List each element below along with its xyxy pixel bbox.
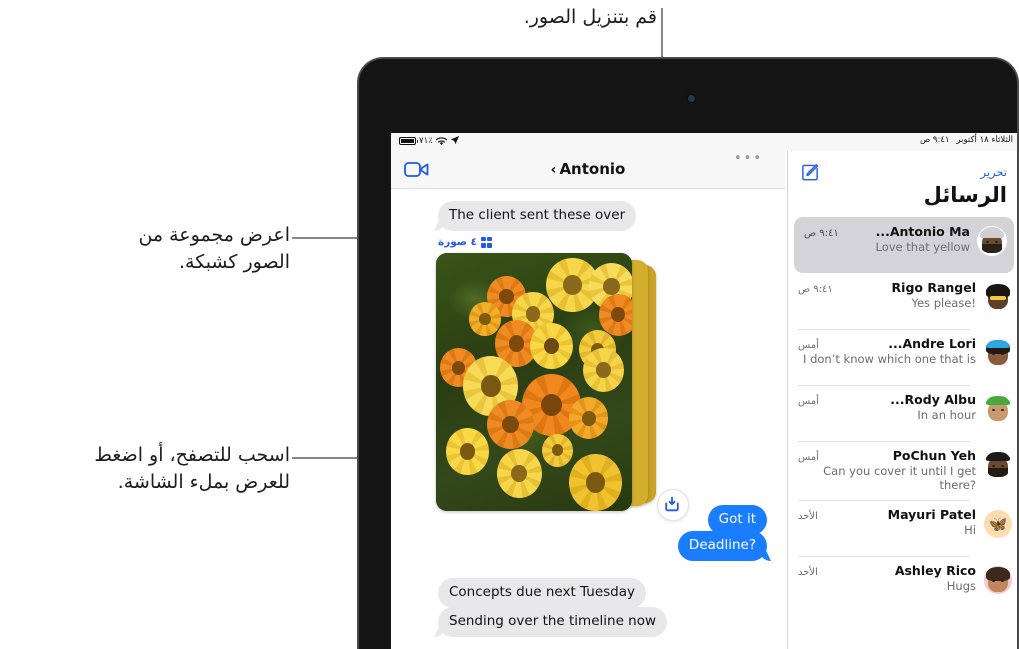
list-item-time: أمس [798, 340, 819, 351]
list-item-time: أمس [798, 396, 819, 407]
status-time-label: ٩:٤١ ص [919, 135, 950, 145]
list-item-body: Ashley Rico الأحد Hugs [798, 563, 976, 593]
conversation-pane: ‹ Antonio ••• The client sent these over … [391, 151, 785, 649]
avatar [984, 451, 1012, 479]
photo-count-label: ٤ صورة [438, 236, 478, 248]
avatar [978, 227, 1006, 255]
list-item-body: Andre Lori... أمس I don’t know which one… [798, 336, 976, 366]
list-item-preview: I don’t know which one that is [803, 352, 976, 366]
battery-percent-label: ٧١٪ [419, 136, 433, 146]
photo-card-front[interactable] [436, 253, 632, 511]
avatar [984, 566, 1012, 594]
messages-list-pane: تحرير الرسائل Antonio Ma... ٩:٤١ ص Love … [787, 151, 1017, 649]
back-chevron-icon[interactable]: ‹ [551, 162, 557, 178]
list-item-body: Mayuri Patel الأحد Hi [798, 507, 976, 537]
list-item-body: Rigo Rangel ٩:٤١ ص Yes please! [798, 280, 976, 310]
list-item[interactable]: Antonio Ma... ٩:٤١ ص Love that yellow [794, 217, 1014, 273]
list-item-time: الأحد [798, 567, 818, 578]
list-item-preview: Can you cover it until I get there? [823, 464, 976, 492]
conversation-title-group[interactable]: ‹ Antonio [391, 160, 785, 178]
location-arrow-icon [450, 135, 460, 147]
list-item-name: Rody Albu... [890, 392, 976, 407]
avatar [984, 395, 1012, 423]
avatar [984, 339, 1012, 367]
avatar: 🦋 [984, 510, 1012, 538]
status-bar-left: ٧١٪ [399, 135, 460, 147]
list-item-time: أمس [798, 452, 819, 463]
list-item-name: Andre Lori... [888, 336, 976, 351]
tablet-screen: ٧١٪ الثلاثاء ١٨ أكتوبر ٩:٤١ ص ‹ Antonio … [391, 133, 1017, 649]
messages-list-title: الرسائل [923, 183, 1007, 207]
conversation-title: Antonio [559, 160, 626, 178]
callout-download-photos: قم بتنزيل الصور. [523, 6, 657, 28]
compose-icon[interactable] [801, 163, 820, 182]
tablet-device-frame: ٧١٪ الثلاثاء ١٨ أكتوبر ٩:٤١ ص ‹ Antonio … [357, 57, 1019, 649]
status-bar-right: الثلاثاء ١٨ أكتوبر ٩:٤١ ص [920, 135, 1013, 145]
battery-icon [399, 137, 418, 145]
list-item-time: الأحد [798, 511, 818, 522]
list-item-time: ٩:٤١ ص [804, 228, 839, 239]
status-date-label: الثلاثاء ١٨ أكتوبر [956, 135, 1013, 145]
callout-view-grid: اعرض مجموعة من الصور كشبكة. [138, 224, 290, 273]
message-bubble-incoming[interactable]: Concepts due next Tuesday [438, 578, 647, 608]
avatar [984, 283, 1012, 311]
photo-stack-carousel[interactable] [436, 253, 668, 516]
callout-swipe-browse: اسحب للتصفح، أو اضغط للعرض بملء الشاشة. [94, 444, 290, 493]
grid-2x2-icon [481, 236, 493, 248]
list-item[interactable]: Rody Albu... أمس In an hour [788, 385, 1017, 441]
wifi-icon [435, 136, 448, 146]
list-item[interactable]: PoChun Yeh أمس Can you cover it until I … [788, 441, 1017, 500]
list-item[interactable]: Rigo Rangel ٩:٤١ ص Yes please! [788, 273, 1017, 329]
list-item[interactable]: 🦋 Mayuri Patel الأحد Hi [788, 500, 1017, 556]
butterfly-icon: 🦋 [988, 514, 1008, 533]
status-bar: ٧١٪ الثلاثاء ١٨ أكتوبر ٩:٤١ ص [391, 133, 1017, 151]
screenshot-stage: قم بتنزيل الصور. اعرض مجموعة من الصور كش… [0, 0, 1019, 649]
edit-link[interactable]: تحرير [980, 165, 1007, 179]
list-item-name: Rigo Rangel [891, 280, 976, 295]
flower-photo-image [436, 253, 632, 511]
list-item-body: PoChun Yeh أمس Can you cover it until I … [798, 448, 976, 492]
photo-grid-label-group[interactable]: ٤ صورة [438, 236, 493, 248]
conversation-header: ‹ Antonio [391, 151, 785, 189]
list-item-name: Antonio Ma... [875, 224, 970, 239]
download-button[interactable] [657, 489, 689, 521]
list-item-time: ٩:٤١ ص [798, 284, 833, 295]
list-item-name: Mayuri Patel [887, 507, 976, 522]
list-item-preview: Hi [964, 523, 976, 537]
list-item-body: Antonio Ma... ٩:٤١ ص Love that yellow [804, 224, 970, 254]
list-item-preview: Yes please! [911, 296, 976, 310]
more-dots-icon[interactable]: ••• [734, 152, 763, 165]
list-item-name: PoChun Yeh [892, 448, 976, 463]
list-item-preview: Hugs [946, 579, 976, 593]
message-bubble-incoming[interactable]: The client sent these over [438, 201, 637, 231]
list-item-preview: Love that yellow [875, 240, 971, 254]
message-bubble-incoming[interactable]: Sending over the timeline now [438, 607, 668, 637]
list-item[interactable]: Andre Lori... أمس I don’t know which one… [788, 329, 1017, 385]
list-item-body: Rody Albu... أمس In an hour [798, 392, 976, 422]
list-item[interactable]: Ashley Rico الأحد Hugs [788, 556, 1017, 612]
list-item-name: Ashley Rico [894, 563, 976, 578]
list-item-preview: In an hour [917, 408, 976, 422]
message-bubble-outgoing[interactable]: Deadline? [677, 531, 767, 561]
conversation-rows: Antonio Ma... ٩:٤١ ص Love that yellow Ri… [788, 217, 1017, 612]
front-camera-icon [688, 95, 695, 102]
